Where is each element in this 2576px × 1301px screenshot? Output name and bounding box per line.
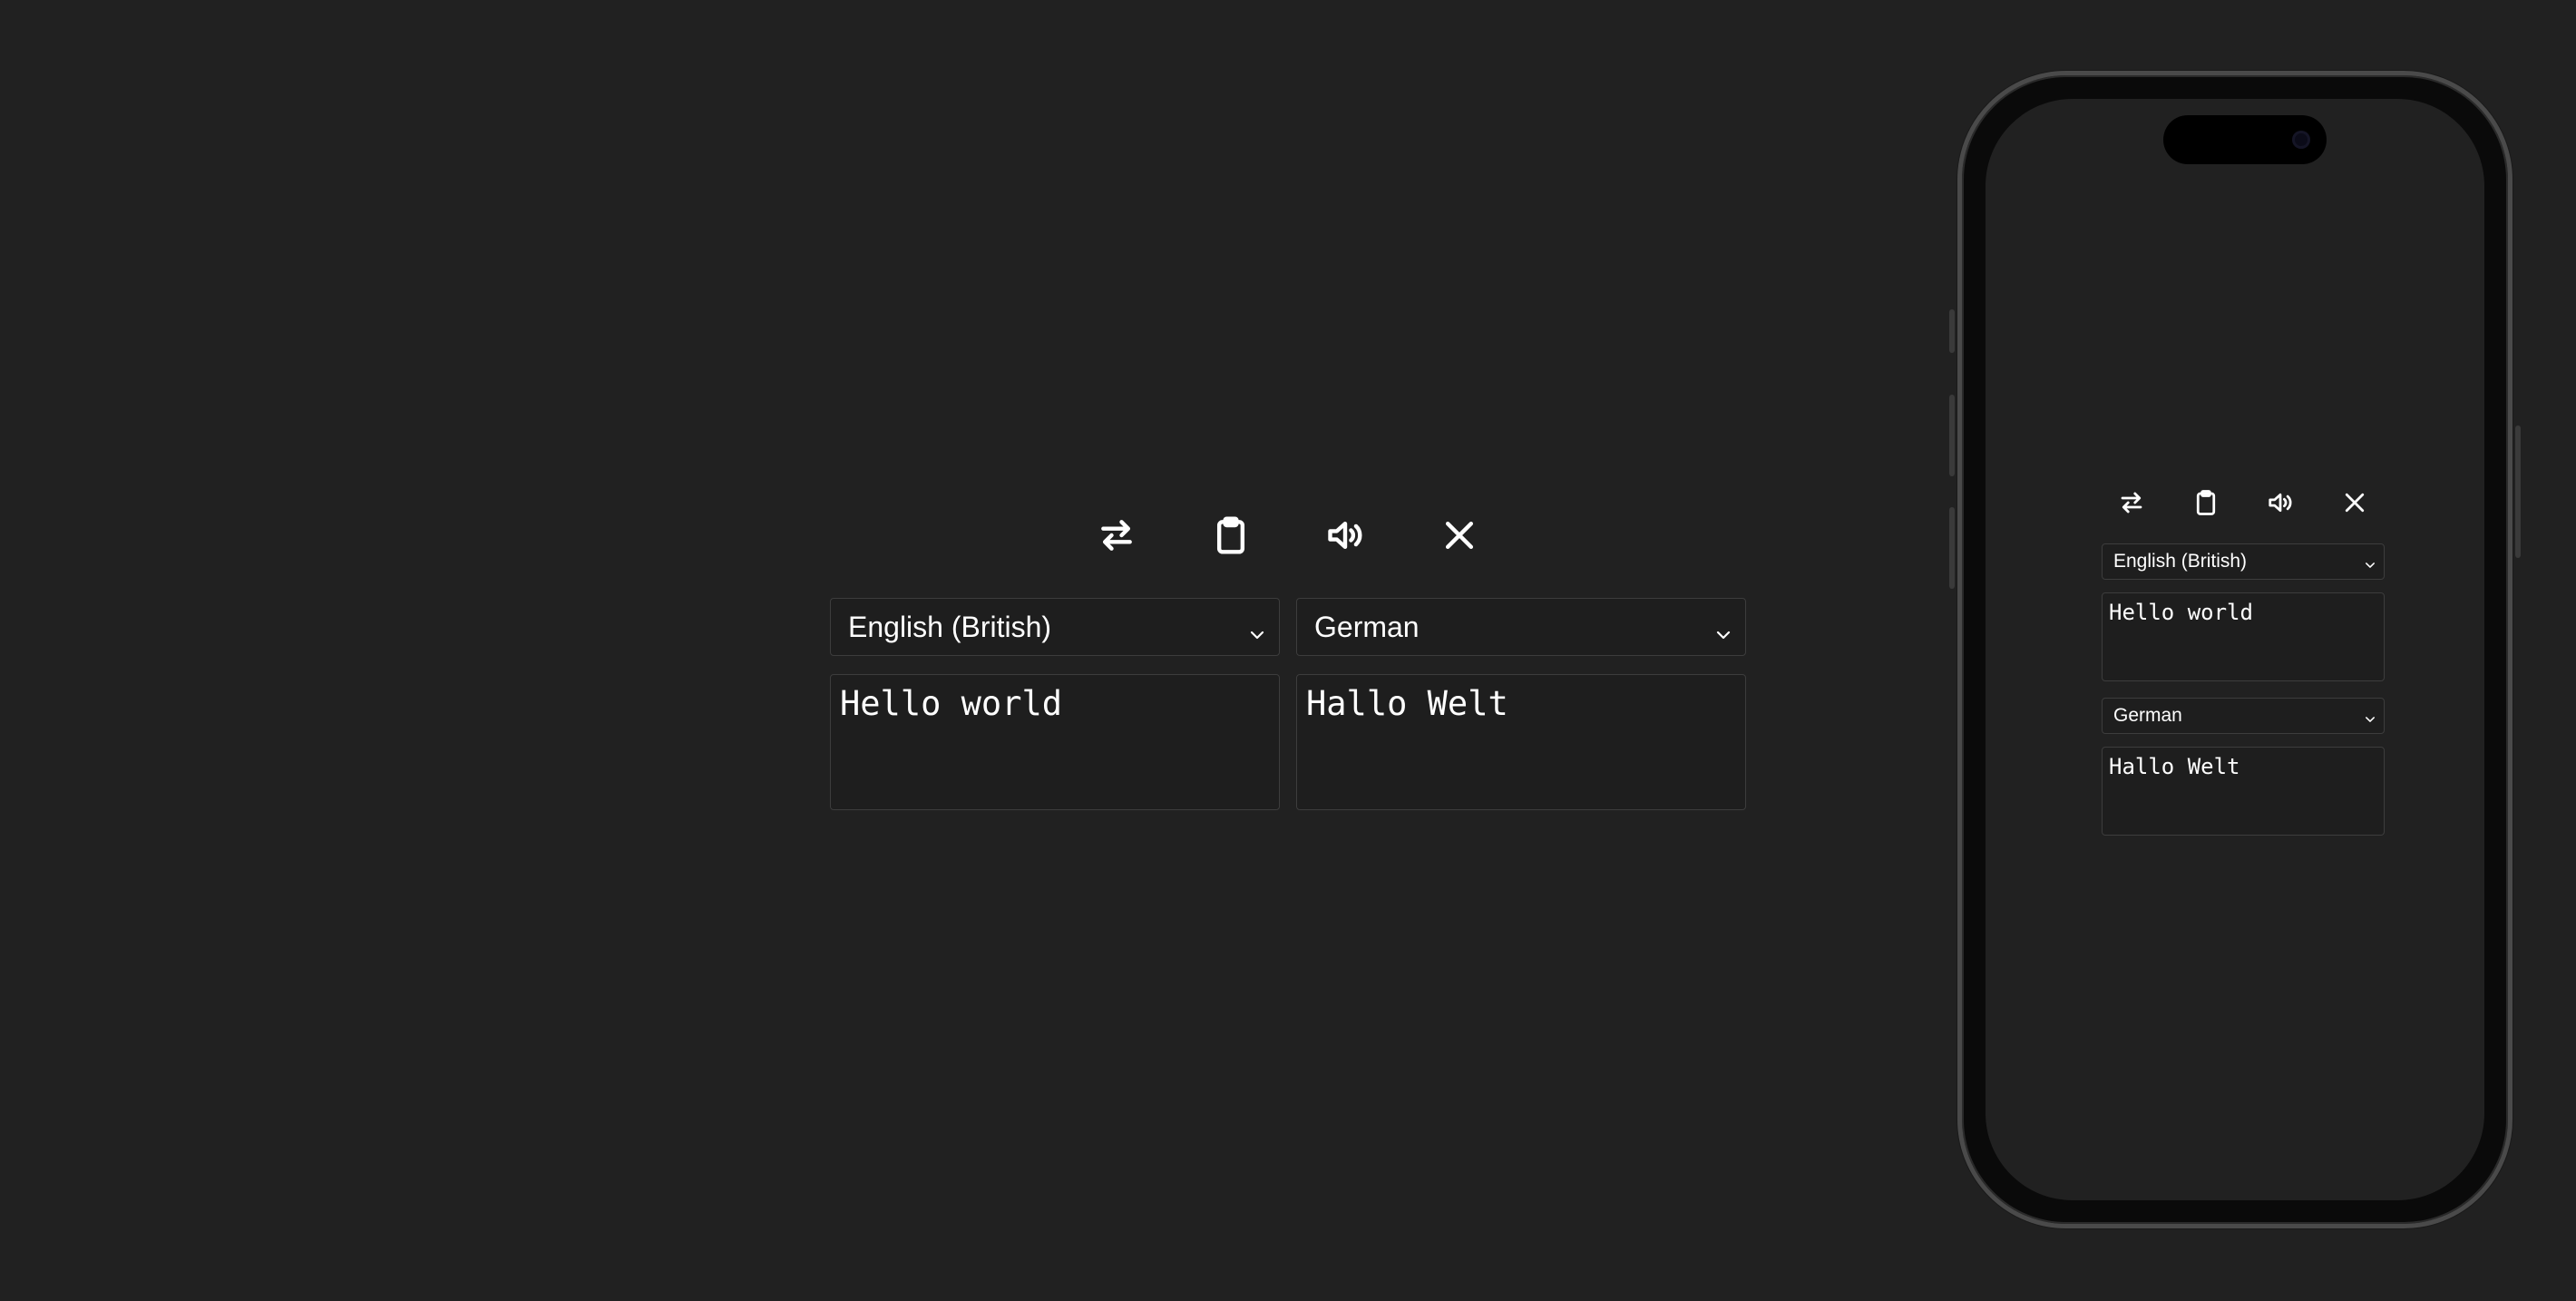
mobile-speak-button[interactable] bbox=[2267, 489, 2294, 516]
mobile-paste-button[interactable] bbox=[2192, 489, 2220, 516]
toolbar bbox=[830, 504, 1746, 567]
close-icon bbox=[2345, 493, 2365, 513]
chevron-down-icon bbox=[2364, 709, 2376, 722]
mobile-target-language-label: German bbox=[2113, 705, 2182, 726]
speaker-icon bbox=[1328, 521, 1362, 550]
swap-languages-button[interactable] bbox=[1097, 515, 1137, 555]
phone-volume-up-button bbox=[1949, 395, 1955, 476]
chevron-down-icon bbox=[1714, 618, 1732, 640]
clipboard-icon bbox=[2196, 490, 2216, 515]
mobile-clear-button[interactable] bbox=[2341, 489, 2368, 516]
clipboard-icon bbox=[1216, 516, 1245, 554]
camera-icon bbox=[2292, 131, 2310, 149]
mobile-target-text-output[interactable]: Hallo Welt bbox=[2102, 747, 2385, 836]
target-language-label: German bbox=[1314, 610, 1420, 643]
paste-button[interactable] bbox=[1211, 515, 1251, 555]
clear-button[interactable] bbox=[1439, 515, 1479, 555]
mobile-toolbar bbox=[2102, 480, 2385, 525]
desktop-translator: English (British) Hello world German Hal… bbox=[830, 504, 1746, 812]
phone-screen: English (British) Hello world German Hal… bbox=[1986, 99, 2484, 1200]
mobile-source-language-select[interactable]: English (British) bbox=[2102, 543, 2385, 580]
source-language-label: English (British) bbox=[848, 610, 1052, 643]
source-language-select[interactable]: English (British) bbox=[830, 598, 1280, 656]
speaker-icon bbox=[2269, 493, 2292, 513]
chevron-down-icon bbox=[2364, 555, 2376, 568]
speak-button[interactable] bbox=[1325, 515, 1365, 555]
mobile-source-language-label: English (British) bbox=[2113, 551, 2248, 572]
swap-arrows-icon bbox=[2121, 492, 2142, 514]
mobile-source-text-input[interactable]: Hello world bbox=[2102, 592, 2385, 681]
phone-power-button bbox=[2515, 426, 2521, 558]
chevron-down-icon bbox=[1248, 618, 1266, 640]
swap-arrows-icon bbox=[1101, 520, 1132, 551]
source-column: English (British) Hello world bbox=[830, 598, 1280, 810]
target-language-select[interactable]: German bbox=[1296, 598, 1746, 656]
close-icon bbox=[1445, 521, 1474, 550]
mobile-translator: English (British) Hello world German Hal… bbox=[2102, 480, 2385, 836]
phone-frame: English (British) Hello world German Hal… bbox=[1949, 71, 2521, 1228]
dynamic-island bbox=[2163, 115, 2327, 164]
phone-side-button bbox=[1949, 309, 1955, 353]
target-column: German Hallo Welt bbox=[1296, 598, 1746, 810]
source-text-input[interactable]: Hello world bbox=[830, 674, 1280, 810]
mobile-target-language-select[interactable]: German bbox=[2102, 698, 2385, 734]
phone-volume-down-button bbox=[1949, 507, 1955, 589]
mobile-swap-languages-button[interactable] bbox=[2118, 489, 2145, 516]
target-text-output[interactable]: Hallo Welt bbox=[1296, 674, 1746, 810]
